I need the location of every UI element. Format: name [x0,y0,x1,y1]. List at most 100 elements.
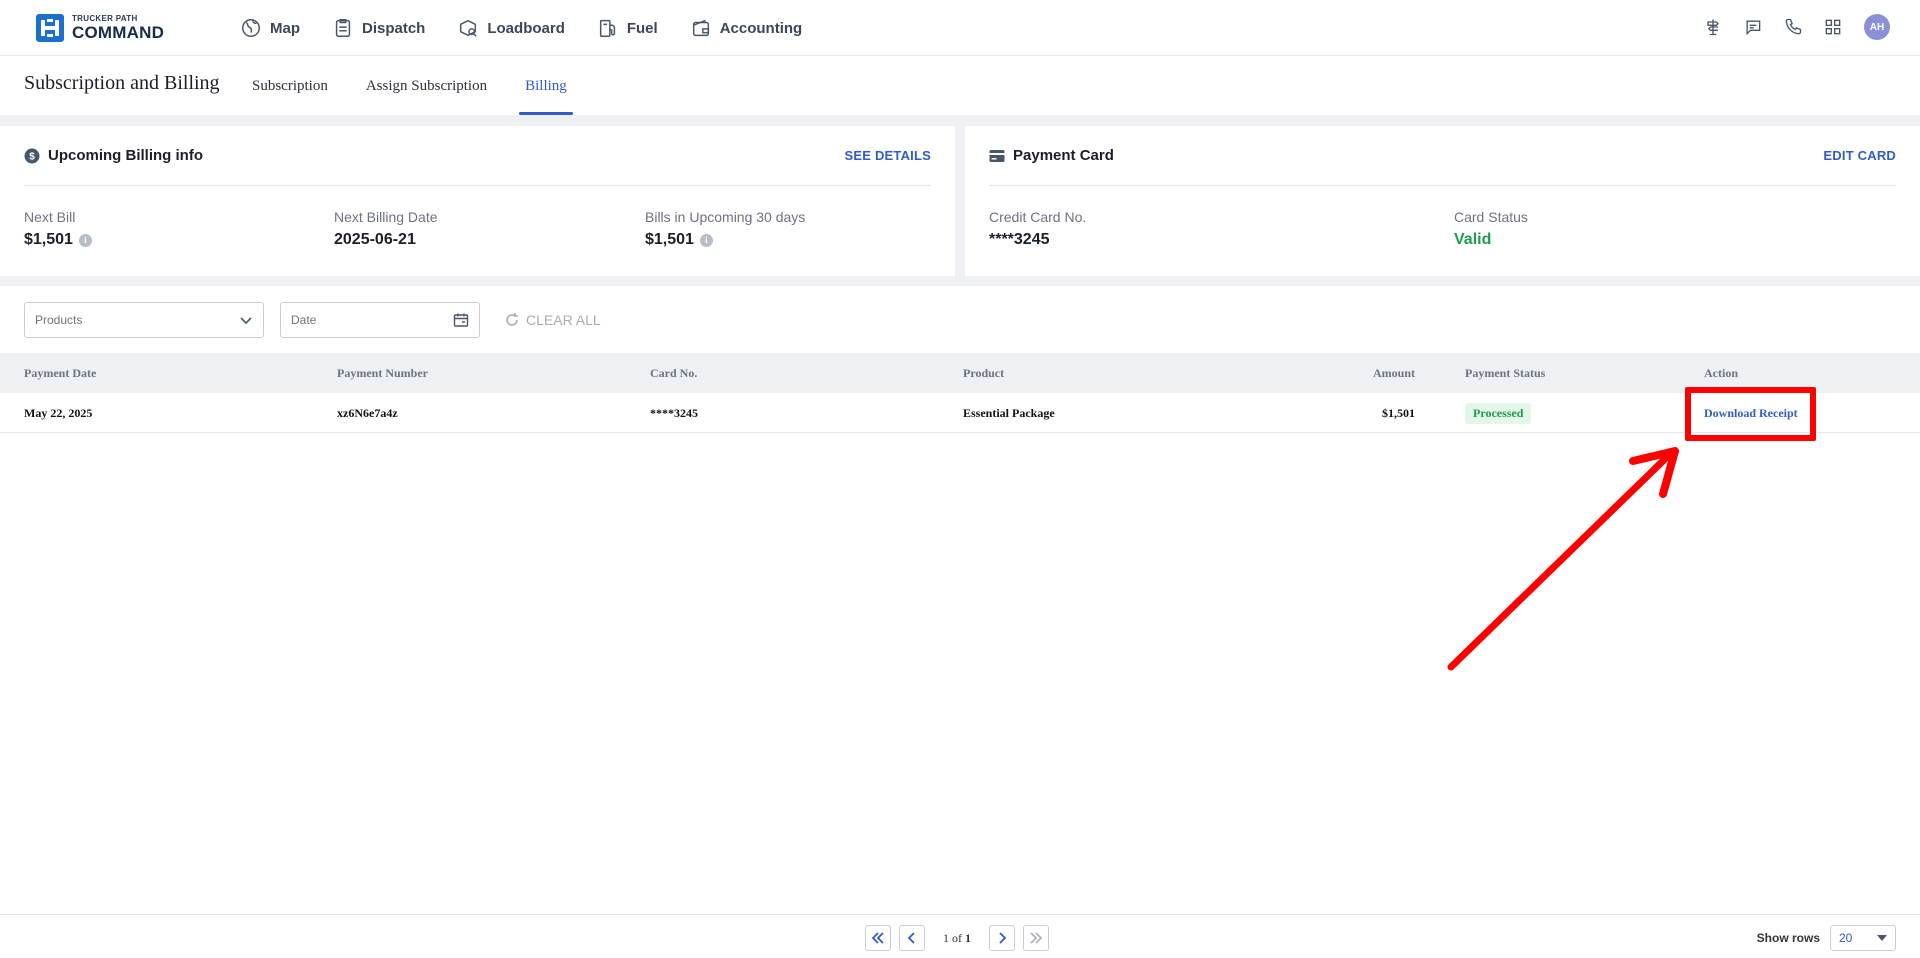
date-input-placeholder: Date [291,313,317,327]
products-select[interactable]: Products [24,302,264,338]
cell-card-no: ****3245 [650,405,698,420]
current-page: 1 [943,930,949,945]
next-billing-date-value: 2025-06-21 [334,231,416,248]
col-product[interactable]: Product [963,353,1004,393]
signpost-icon[interactable] [1702,16,1724,38]
upcoming-billing-card: $ Upcoming Billing info SEE DETAILS Next… [0,126,955,276]
payments-table: Payment Date Payment Number Card No. Pro… [0,353,1920,433]
date-picker-input[interactable]: Date [280,302,480,338]
card-status-metric: Card Status Valid [1454,209,1528,249]
payment-card-title: Payment Card [1013,147,1114,164]
next-bill-label: Next Bill [24,209,76,225]
clipboard-icon [335,19,351,37]
download-receipt-link[interactable]: Download Receipt [1704,406,1798,421]
refresh-icon [506,313,518,326]
products-select-placeholder: Products [35,313,83,327]
page-indicator: 1 of 1 [943,931,971,946]
first-page-button[interactable] [865,925,891,951]
logo-small-text: TRUCKER PATH [72,14,138,23]
nav-map-label: Map [270,19,300,37]
upcoming-bills-label: Bills in Upcoming 30 days [645,209,806,225]
page-of-text: of [952,930,962,945]
credit-card-no-label: Credit Card No. [989,209,1087,225]
nav-fuel-label: Fuel [626,19,658,37]
cell-amount: $1,501 [1382,405,1415,420]
nav-dispatch-label: Dispatch [362,19,426,37]
nav-accounting[interactable]: Accounting [690,17,803,39]
next-page-button[interactable] [989,925,1015,951]
show-rows-control: Show rows 20 [1757,925,1896,951]
logo-mark-icon [36,14,64,42]
dollar-coin-icon: $ [24,148,40,164]
next-billing-date-label: Next Billing Date [334,209,438,225]
total-pages: 1 [965,930,971,945]
chevron-left-icon [907,932,915,944]
trucker-path-command-logo[interactable]: TRUCKER PATH COMMAND [36,14,164,42]
phone-icon[interactable] [1782,16,1804,38]
filter-bar: Products Date CLEAR ALL [24,302,601,338]
billing-tabs: Subscription Assign Subscription Billing [240,57,593,115]
page-subheader: Subscription and Billing Subscription As… [0,57,1920,115]
cell-payment-number: xz6N6e7a4z [337,405,398,420]
cell-product: Essential Package [963,405,1055,420]
table-footer: 1 of 1 Show rows 20 [0,914,1920,958]
col-payment-date[interactable]: Payment Date [24,353,96,393]
nav-loadboard[interactable]: Loadboard [457,17,565,39]
clear-all-button[interactable]: CLEAR ALL [504,312,601,328]
card-status-value: Valid [1454,231,1492,248]
next-bill-metric: Next Bill $1,501 i [24,209,92,249]
upcoming-bills-metric: Bills in Upcoming 30 days $1,501 i [645,209,805,249]
card-status-label: Card Status [1454,209,1528,225]
double-chevron-right-icon [1030,932,1043,944]
next-bill-value: $1,501 [24,231,73,248]
nav-map[interactable]: Map [240,17,300,39]
clear-all-label: CLEAR ALL [526,312,601,328]
table-header-row: Payment Date Payment Number Card No. Pro… [0,353,1920,393]
tab-assign-subscription[interactable]: Assign Subscription [354,57,499,115]
rows-per-page-value: 20 [1839,931,1853,945]
col-payment-number[interactable]: Payment Number [337,353,428,393]
prev-page-button[interactable] [899,925,925,951]
svg-text:$: $ [29,151,35,162]
col-action: Action [1704,365,1738,380]
caret-down-icon [1877,935,1887,941]
pagination: 1 of 1 [865,925,1049,951]
info-icon[interactable]: i [78,233,92,247]
nav-accounting-label: Accounting [719,19,803,37]
chevron-right-icon [999,932,1007,944]
chat-icon[interactable] [1742,16,1764,38]
info-icon[interactable]: i [699,233,713,247]
double-chevron-left-icon [871,932,884,944]
tab-subscription[interactable]: Subscription [240,57,340,115]
user-avatar[interactable]: AH [1864,14,1890,40]
upcoming-bills-value: $1,501 [645,231,694,248]
col-card-no[interactable]: Card No. [650,353,697,393]
loadboard-icon [460,19,478,37]
wallet-icon [692,19,709,37]
last-page-button[interactable] [1023,925,1049,951]
map-icon [242,19,260,37]
fuel-pump-icon [599,19,616,37]
calendar-icon[interactable] [453,312,469,328]
tab-billing[interactable]: Billing [513,57,579,115]
rows-per-page-select[interactable]: 20 [1830,925,1896,951]
page-title: Subscription and Billing [24,72,220,94]
col-payment-status[interactable]: Payment Status [1465,353,1545,393]
nav-dispatch[interactable]: Dispatch [332,17,425,39]
apps-grid-icon[interactable] [1822,16,1844,38]
logo-big-text: COMMAND [72,23,165,42]
table-row: May 22, 2025 xz6N6e7a4z ****3245 Essenti… [0,393,1920,433]
credit-card-icon [989,148,1005,164]
edit-card-link[interactable]: EDIT CARD [1823,148,1896,163]
nav-fuel[interactable]: Fuel [597,17,658,39]
credit-card-no-metric: Credit Card No. ****3245 [989,209,1086,249]
chevron-down-icon [240,317,252,325]
payment-card-panel: Payment Card EDIT CARD Credit Card No. *… [965,126,1920,276]
show-rows-label: Show rows [1756,931,1820,945]
see-details-link[interactable]: SEE DETAILS [845,148,931,163]
col-amount[interactable]: Amount [1300,353,1415,393]
main-nav: Map Dispatch Loadboard Fuel Accounting [240,0,834,56]
nav-loadboard-label: Loadboard [487,19,565,37]
status-badge: Processed [1465,402,1532,424]
top-navigation-bar: TRUCKER PATH COMMAND Map Dispatch Loadbo… [0,0,1920,56]
